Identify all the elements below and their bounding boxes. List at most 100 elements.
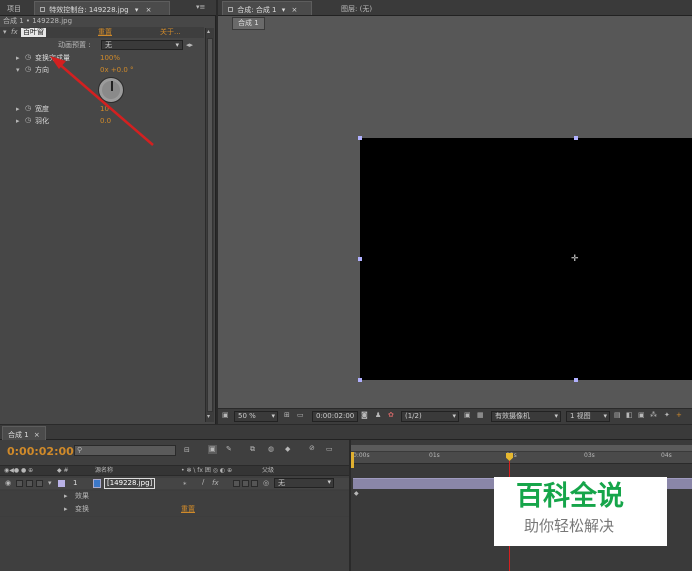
col-parent[interactable]: 父级 bbox=[262, 468, 274, 474]
lock-toggle[interactable] bbox=[36, 480, 43, 487]
fast-previews-icon[interactable]: ◧ bbox=[626, 412, 633, 419]
search-icon: ⚲ bbox=[77, 446, 83, 454]
chevron-down-icon: ▾ bbox=[452, 412, 456, 420]
show-snapshot-icon[interactable]: ♟ bbox=[375, 412, 381, 419]
camera-value: 有效摄像机 bbox=[495, 412, 530, 420]
toggle-pixel-aspect-icon[interactable]: ▤ bbox=[614, 412, 621, 419]
watermark-title: 百科全说 bbox=[516, 481, 624, 512]
tab-composition-label: 合成: 合成 1 bbox=[237, 6, 277, 14]
work-area-bar[interactable] bbox=[351, 445, 692, 451]
current-time-display[interactable]: 0:00:02:00 bbox=[7, 446, 74, 457]
time-ruler[interactable]: 0:00s 01s 02s 03s 04s bbox=[351, 452, 692, 464]
chevron-down-icon: ▾ bbox=[271, 412, 275, 420]
tab-layer[interactable]: 图层: (无) bbox=[336, 1, 377, 15]
av-features-icons[interactable]: ◉◀● ● ⊕ bbox=[4, 468, 33, 474]
chevron-down-icon: ▾ bbox=[603, 412, 607, 420]
comp-canvas[interactable] bbox=[360, 138, 692, 380]
comp-bottom-bar: ▣ 50 % ▾ ⊞ ▭ 0:00:02:00 ◙ ♟ ✿ (1/2) ▾ ▣ … bbox=[218, 408, 692, 424]
ruler-label: 0:00s bbox=[353, 452, 370, 459]
label-color-swatch[interactable] bbox=[58, 480, 65, 487]
comp-sub-tab[interactable]: 合成 1 bbox=[232, 17, 265, 30]
row-divider bbox=[0, 516, 349, 517]
mask-toggle-icon[interactable]: ▭ bbox=[297, 412, 304, 419]
watermark: 百科全说 助你轻松解决 bbox=[494, 477, 667, 546]
pickwhip-icon[interactable]: ◎ bbox=[263, 480, 269, 487]
chevron-down-icon: ▾ bbox=[554, 412, 558, 420]
solo-toggle[interactable] bbox=[26, 480, 33, 487]
row-divider bbox=[0, 490, 349, 491]
reset-exposure-icon[interactable]: ✦ bbox=[664, 412, 670, 419]
group-label: 效果 bbox=[75, 492, 89, 500]
zoom-dropdown[interactable]: 50 % ▾ bbox=[234, 411, 278, 422]
view-layout-dropdown[interactable]: 1 视图 ▾ bbox=[566, 411, 610, 422]
ruler-label: 01s bbox=[429, 452, 440, 459]
brainstorm-icon[interactable]: ◆ bbox=[285, 446, 290, 453]
layer-row[interactable]: ◉ ▾ 1 [149228.jpg] ⁎ / fx ◎ 无 ▾ bbox=[0, 478, 349, 489]
audio-toggle[interactable] bbox=[16, 480, 23, 487]
transform-handle[interactable] bbox=[574, 378, 578, 382]
exposure-value[interactable]: + bbox=[676, 412, 682, 419]
anchor-point-icon[interactable]: ✛ bbox=[571, 255, 579, 264]
channel-icon[interactable]: ✿ bbox=[388, 412, 394, 419]
layer-search-input[interactable]: ⚲ bbox=[74, 445, 176, 456]
transform-group-row[interactable]: ▸ 变换 重置 bbox=[0, 504, 349, 515]
layer-name-field[interactable]: [149228.jpg] bbox=[104, 478, 156, 489]
region-of-interest-icon[interactable]: ▣ bbox=[464, 412, 471, 419]
draft-3d-icon[interactable]: ▣ bbox=[208, 445, 217, 454]
tab-composition[interactable]: 合成: 合成 1 ▾ × bbox=[222, 1, 312, 15]
transform-handle[interactable] bbox=[358, 257, 362, 261]
visibility-eye-icon[interactable]: ◉ bbox=[5, 480, 11, 487]
chevron-down-icon: ▾ bbox=[327, 478, 331, 486]
close-icon[interactable]: × bbox=[34, 431, 40, 439]
ruler-label: 04s bbox=[661, 452, 672, 459]
live-update-icon[interactable]: ▭ bbox=[326, 446, 333, 453]
comp-panel-tabbar: 合成: 合成 1 ▾ × 图层: (无) bbox=[218, 0, 692, 16]
parent-dropdown[interactable]: 无 ▾ bbox=[274, 478, 334, 488]
switch-box[interactable] bbox=[251, 480, 258, 487]
snapshot-icon[interactable]: ◙ bbox=[361, 412, 368, 419]
always-preview-icon[interactable]: ▣ bbox=[222, 412, 229, 419]
layer-number: 1 bbox=[73, 479, 78, 487]
tab-timeline-comp[interactable]: 合成 1 × bbox=[2, 426, 46, 440]
tab-timeline-comp-label: 合成 1 bbox=[8, 431, 29, 439]
comp-mini-flowchart-icon[interactable]: ⊟ bbox=[184, 447, 190, 454]
timeline-tabbar: 合成 1 × bbox=[0, 425, 692, 440]
close-icon[interactable]: × bbox=[291, 6, 297, 14]
reset-link[interactable]: 重置 bbox=[181, 506, 195, 513]
col-source-name[interactable]: 源名称 bbox=[95, 468, 113, 474]
safe-zones-icon[interactable]: ⊞ bbox=[284, 412, 290, 419]
flowchart-icon[interactable]: ⁂ bbox=[650, 412, 657, 419]
transparency-grid-icon[interactable]: ▦ bbox=[477, 412, 484, 419]
shy-switch-icon[interactable]: ⁎ bbox=[183, 480, 187, 487]
motion-blur-icon[interactable]: ◍ bbox=[268, 446, 274, 453]
twirl-right-icon[interactable]: ▸ bbox=[64, 493, 68, 500]
keyframe-marker[interactable]: ◆ bbox=[354, 491, 359, 497]
lock-icon[interactable] bbox=[228, 7, 233, 12]
watermark-subtitle: 助你轻松解决 bbox=[524, 517, 615, 535]
quality-switch-icon[interactable]: / bbox=[202, 479, 204, 486]
twirl-right-icon[interactable]: ▸ bbox=[64, 506, 68, 513]
frame-blending-icon[interactable]: ⧉ bbox=[250, 446, 255, 453]
timeline-icon[interactable]: ▣ bbox=[638, 412, 645, 419]
transform-handle[interactable] bbox=[574, 136, 578, 140]
effects-group-row[interactable]: ▸ 效果 bbox=[0, 491, 349, 502]
twirl-down-icon[interactable]: ▾ bbox=[48, 480, 52, 487]
transform-handle[interactable] bbox=[358, 378, 362, 382]
time-navigator-start[interactable] bbox=[351, 452, 354, 468]
group-label: 变换 bbox=[75, 505, 89, 513]
hide-shy-layers-icon[interactable]: ✎ bbox=[226, 446, 232, 453]
switch-box[interactable] bbox=[242, 480, 249, 487]
switch-box[interactable] bbox=[233, 480, 240, 487]
transform-handle[interactable] bbox=[358, 136, 362, 140]
label-column-icon[interactable]: ◆ # bbox=[57, 468, 69, 474]
timeline-controls: 0:00:02:00 ⚲ ⊟ ▣ ✎ ⧉ ◍ ◆ ⊘ ▭ ◉◀● ● ⊕ ◆ #… bbox=[0, 440, 349, 571]
graph-editor-icon[interactable]: ⊘ bbox=[309, 445, 315, 452]
effect-switch-icon[interactable]: fx bbox=[212, 480, 219, 487]
resolution-dropdown[interactable]: (1/2) ▾ bbox=[401, 411, 459, 422]
camera-dropdown[interactable]: 有效摄像机 ▾ bbox=[491, 411, 561, 422]
comp-panel: 合成 1 ✛ ▣ 50 % ▾ ⊞ ▭ 0:00:02:00 ◙ ♟ ✿ (1/… bbox=[218, 16, 692, 424]
parent-value: 无 bbox=[278, 479, 285, 487]
chevron-down-icon[interactable]: ▾ bbox=[282, 6, 286, 14]
timecode-field[interactable]: 0:00:02:00 bbox=[312, 411, 359, 422]
scroll-down-icon[interactable]: ▾ bbox=[207, 414, 210, 420]
